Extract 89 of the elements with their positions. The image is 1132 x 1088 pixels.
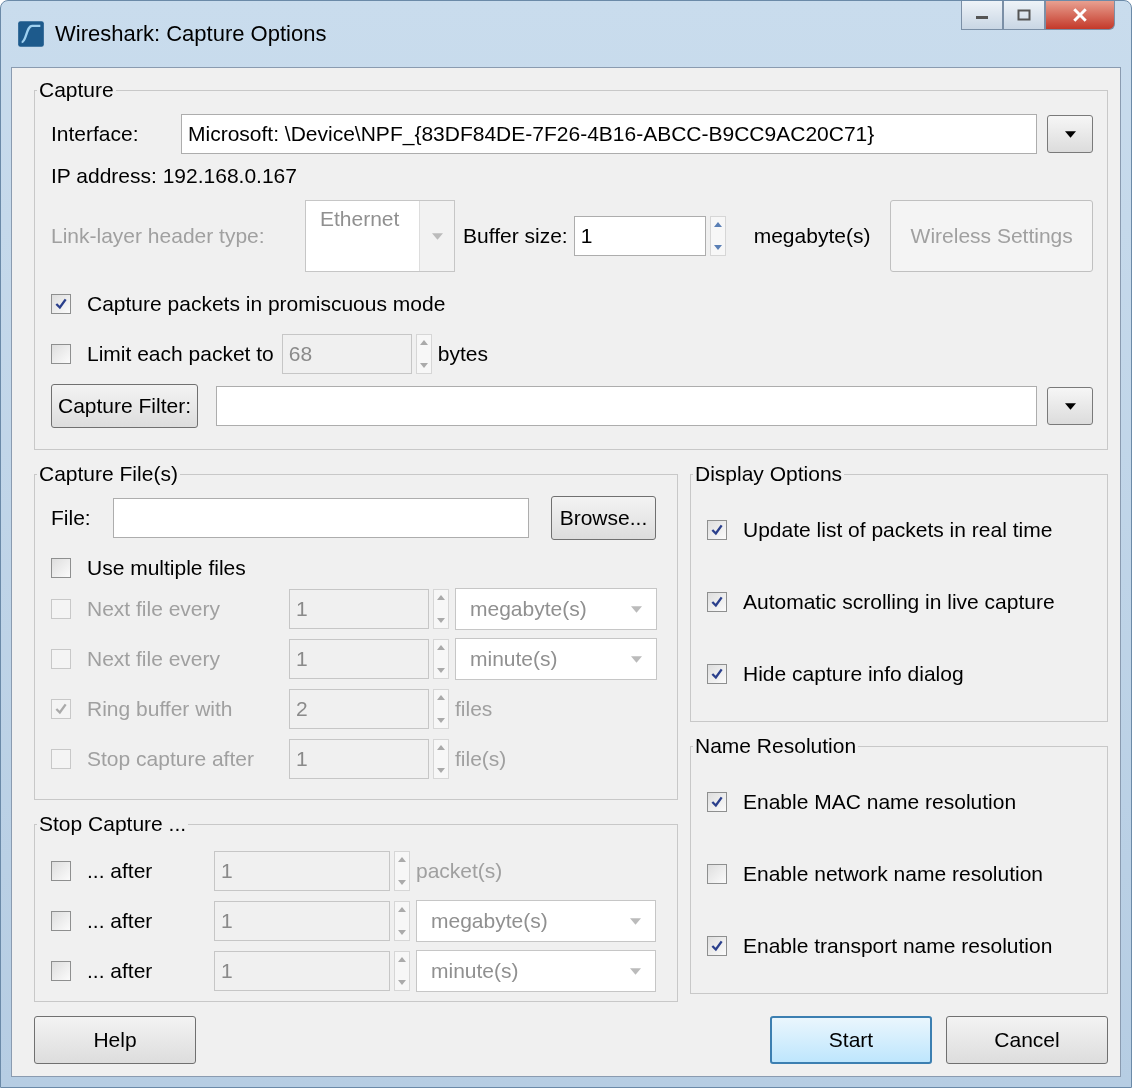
checkbox[interactable] (707, 936, 727, 956)
unit-dropdown[interactable]: megabyte(s) (416, 900, 656, 942)
close-button[interactable] (1045, 1, 1115, 30)
option-label: ... after (87, 909, 153, 933)
spin-buttons[interactable] (433, 639, 449, 679)
group-title: Display Options (694, 462, 844, 486)
check-icon (710, 523, 724, 537)
check-icon (710, 667, 724, 681)
option-label: Enable transport name resolution (743, 934, 1053, 958)
option-label: Update list of packets in real time (743, 518, 1053, 542)
close-icon (1072, 8, 1088, 22)
minimize-button[interactable] (961, 1, 1003, 30)
maximize-button[interactable] (1003, 1, 1045, 30)
checkbox[interactable] (51, 558, 71, 578)
check-icon (710, 795, 724, 809)
interface-field[interactable]: Microsoft: \Device\NPF_{83DF84DE-7F26-4B16-ABCC-B9CC9AC20C71} (181, 114, 1037, 154)
unit-label: megabyte(s) (753, 224, 871, 248)
check-icon (710, 595, 724, 609)
fin-icon (17, 20, 45, 48)
file-label: File: (51, 506, 91, 530)
dialog-button[interactable]: Help (34, 1016, 196, 1064)
checkbox[interactable] (707, 592, 727, 612)
caret-icon (631, 605, 642, 613)
checkbox[interactable] (707, 792, 727, 812)
unit-label: bytes (437, 342, 488, 366)
caret-icon (630, 917, 641, 925)
check-icon (710, 939, 724, 953)
capture-filter-button[interactable]: Capture Filter: (51, 384, 199, 428)
unit-label: packet(s) (416, 859, 503, 883)
caret-icon (1064, 130, 1076, 138)
option-label: Hide capture info dialog (743, 662, 964, 686)
checkbox[interactable] (707, 664, 727, 684)
unit-dropdown[interactable]: minute(s) (416, 950, 656, 992)
option-label: Next file every (87, 647, 221, 671)
checkbox[interactable] (51, 961, 71, 981)
checkbox[interactable] (51, 911, 71, 931)
spin-buttons[interactable] (394, 901, 410, 941)
option-label: Enable network name resolution (743, 862, 1043, 886)
caret-icon (431, 232, 443, 240)
caret-icon (1064, 402, 1076, 410)
browse-button[interactable]: Browse... (550, 496, 657, 540)
promiscuous-mode-label: Capture packets in promiscuous mode (87, 292, 446, 316)
buffer-size-field[interactable]: 1 (573, 216, 706, 256)
buffer-size-label: Buffer size: (463, 224, 568, 248)
option-label: ... after (87, 859, 153, 883)
caret-icon (630, 967, 641, 975)
spin-buttons[interactable] (709, 216, 726, 256)
capture-filter-field[interactable] (216, 386, 1037, 426)
number-field[interactable]: 1 (214, 951, 390, 991)
spin-buttons[interactable] (433, 739, 449, 779)
spin-buttons[interactable] (415, 334, 432, 374)
caret-icon (631, 655, 642, 663)
ip-address-text: IP address: 192.168.0.167 (51, 164, 297, 188)
dropdown-button[interactable] (1047, 115, 1093, 153)
checkbox[interactable] (707, 864, 727, 884)
option-label: Ring buffer with (87, 697, 233, 721)
checkbox[interactable] (51, 344, 71, 364)
unit-label: file(s) (455, 747, 507, 771)
checkbox[interactable] (707, 520, 727, 540)
file-field[interactable] (112, 498, 529, 538)
group-title: Capture (38, 78, 115, 102)
spin-buttons[interactable] (433, 589, 449, 629)
checkbox[interactable] (51, 861, 71, 881)
unit-label: files (455, 697, 493, 721)
dialog-button[interactable]: Cancel (946, 1016, 1108, 1064)
option-label: Next file every (87, 597, 221, 621)
option-label: Stop capture after (87, 747, 254, 771)
maximize-icon (1017, 9, 1031, 21)
interface-label: Interface: (51, 122, 140, 146)
group-title: Name Resolution (694, 734, 858, 758)
number-field[interactable]: 1 (214, 851, 390, 891)
spin-buttons[interactable] (433, 689, 449, 729)
dialog-button[interactable]: Start (770, 1016, 932, 1064)
spin-buttons[interactable] (394, 851, 410, 891)
dropdown-button[interactable] (1047, 387, 1093, 425)
group-title: Capture File(s) (38, 462, 179, 486)
option-label: ... after (87, 959, 153, 983)
spin-buttons[interactable] (394, 951, 410, 991)
check-icon (54, 297, 68, 311)
link-layer-label: Link-layer header type: (51, 224, 266, 248)
group-title: Stop Capture ... (38, 812, 188, 836)
window-title: Wireshark: Capture Options (55, 21, 327, 47)
number-field[interactable]: 1 (214, 901, 390, 941)
checkbox[interactable] (51, 294, 71, 314)
option-label: Automatic scrolling in live capture (743, 590, 1055, 614)
check-icon (54, 702, 68, 716)
limit-packet-label: Limit each packet to (87, 342, 274, 366)
option-label: Enable MAC name resolution (743, 790, 1017, 814)
multiple-files-label: Use multiple files (87, 556, 246, 580)
